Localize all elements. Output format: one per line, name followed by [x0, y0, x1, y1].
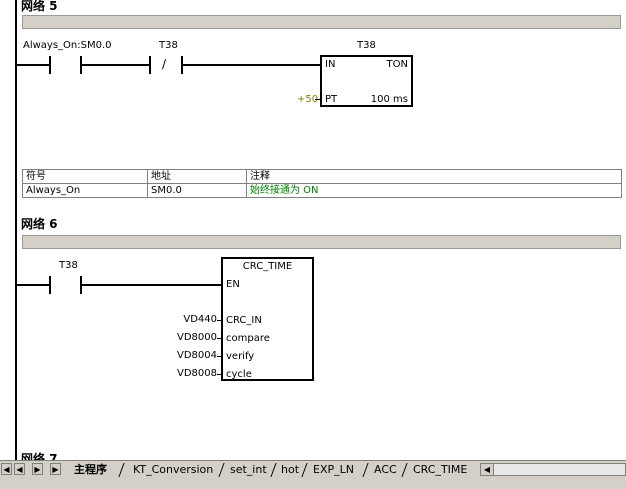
contact-left-bar[interactable] — [49, 276, 51, 294]
operand-compare[interactable]: VD8000 — [177, 332, 217, 343]
status-strip — [0, 478, 626, 489]
tab-separator — [218, 463, 225, 477]
operand-verify[interactable]: VD8004 — [177, 350, 217, 361]
pin-in: IN — [325, 59, 336, 70]
table-row: Always_On SM0.0 始终接通为 ON — [22, 183, 622, 198]
pin-pt: PT — [325, 94, 338, 105]
tab-acc[interactable]: ACC — [374, 462, 397, 478]
tab-bar: ◀ ◀ ▶ ▶ 主程序 KT_Conversion set_int hot EX… — [0, 460, 626, 478]
scroll-left-icon[interactable]: ◀ — [481, 464, 494, 475]
pin-stub — [217, 338, 222, 339]
pt-pin-stub — [315, 99, 321, 100]
contact-1-label: Always_On:SM0.0 — [23, 40, 112, 51]
last-icon[interactable]: ▶ — [50, 463, 61, 475]
prev-icon[interactable]: ◀ — [14, 463, 25, 475]
pin-cycle: cycle — [226, 369, 252, 380]
ton-timer-box[interactable]: IN TON PT 100 ms — [320, 55, 413, 107]
pin-stub — [217, 374, 222, 375]
contact-1-left-bar[interactable] — [49, 56, 51, 74]
time-base: 100 ms — [370, 94, 408, 105]
tab-separator — [270, 463, 277, 477]
rung-wire — [16, 64, 50, 66]
contact-2-left-bar[interactable] — [149, 56, 151, 74]
pin-verify: verify — [226, 351, 255, 362]
next-icon[interactable]: ▶ — [32, 463, 43, 475]
comment-header: 注释 — [246, 169, 622, 184]
tab-separator — [362, 463, 369, 477]
tab-separator — [118, 463, 125, 477]
tab-hot[interactable]: hot — [281, 462, 299, 478]
comment-cell: 始终接通为 ON — [246, 183, 622, 198]
pin-en: EN — [226, 279, 240, 290]
contact-2-symbol: / — [162, 57, 167, 71]
network-5-comment[interactable] — [22, 15, 621, 29]
network-5-title[interactable]: 网络 5 — [21, 0, 58, 14]
network-6-title[interactable]: 网络 6 — [21, 215, 58, 232]
tab-exp-ln[interactable]: EXP_LN — [313, 462, 354, 478]
address-header: 地址 — [147, 169, 247, 184]
symbol-cell: Always_On — [22, 183, 148, 198]
crc-time-block[interactable]: CRC_TIME EN CRC_IN compare verify cycle — [221, 257, 314, 381]
timer-type: TON — [386, 59, 408, 70]
network-6-comment[interactable] — [22, 235, 621, 249]
first-icon[interactable]: ◀ — [1, 463, 12, 475]
tab-separator — [401, 463, 408, 477]
address-cell: SM0.0 — [147, 183, 247, 198]
pin-compare: compare — [226, 333, 270, 344]
contact-2-label: T38 — [159, 40, 178, 51]
contact-label: T38 — [59, 260, 78, 271]
symbol-table: 符号 地址 注释 Always_On SM0.0 始终接通为 ON — [22, 169, 622, 198]
tab-crc-time[interactable]: CRC_TIME — [413, 462, 467, 478]
symbol-header: 符号 — [22, 169, 148, 184]
power-rail — [15, 0, 17, 460]
operand-crc-in[interactable]: VD440 — [183, 314, 217, 325]
rung-wire — [182, 64, 321, 66]
operand-cycle[interactable]: VD8008 — [177, 368, 217, 379]
timer-name-label: T38 — [357, 40, 376, 51]
pin-crc-in: CRC_IN — [226, 315, 262, 326]
tab-set-int[interactable]: set_int — [230, 462, 267, 478]
pin-stub — [217, 320, 222, 321]
tab-main[interactable]: 主程序 — [74, 462, 107, 478]
pin-stub — [217, 356, 222, 357]
rung-wire — [81, 64, 150, 66]
rung-wire — [16, 284, 50, 286]
rung-wire — [81, 284, 222, 286]
tab-kt-conversion[interactable]: KT_Conversion — [133, 462, 213, 478]
tab-separator — [301, 463, 308, 477]
horizontal-scrollbar[interactable]: ◀ — [480, 463, 626, 476]
block-name: CRC_TIME — [242, 261, 293, 272]
